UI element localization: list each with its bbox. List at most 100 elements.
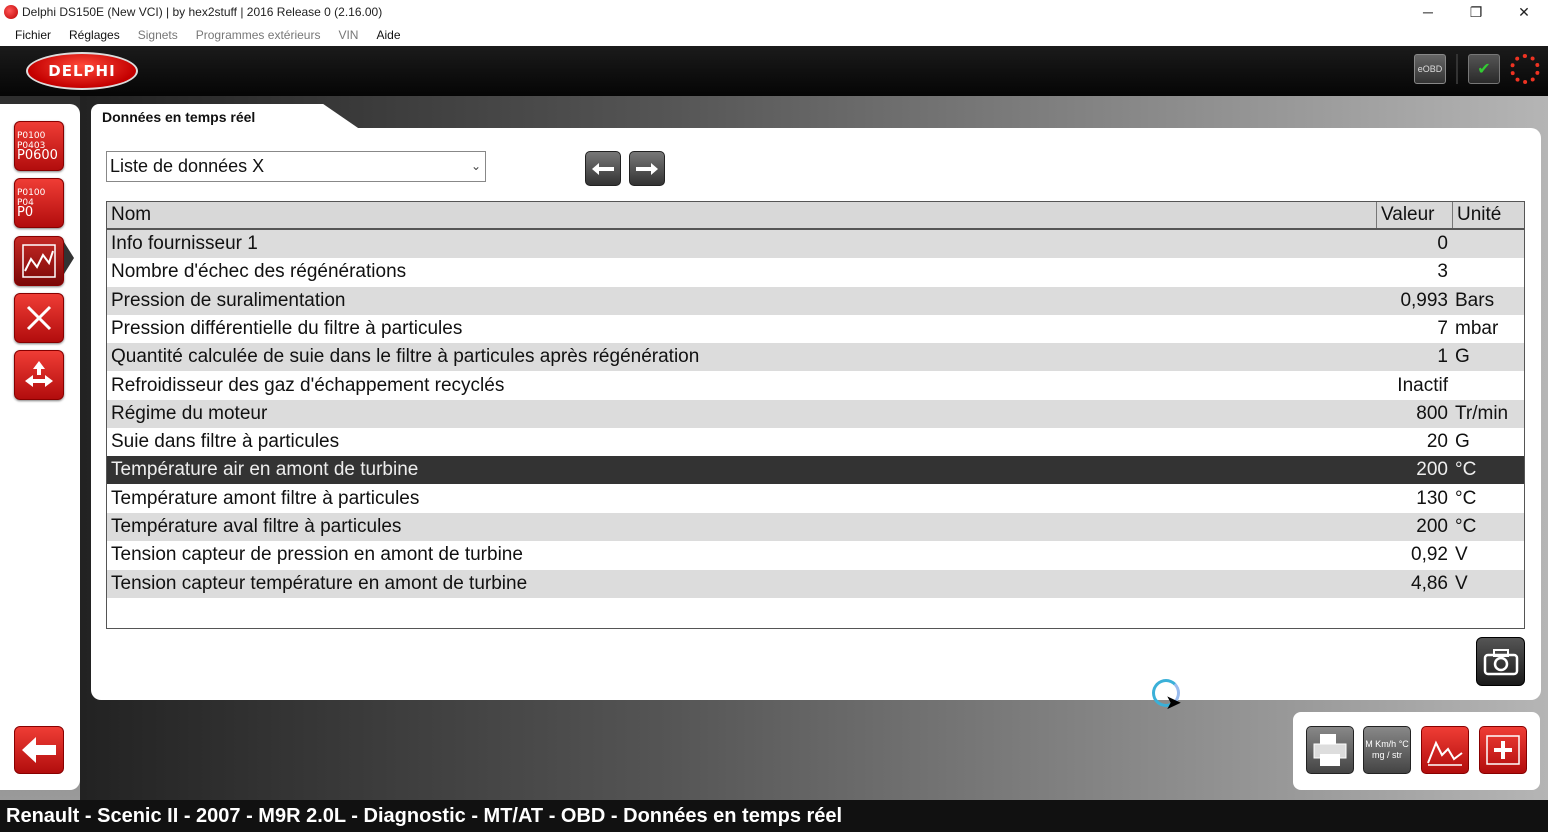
next-button[interactable]: [629, 151, 665, 186]
row-name: Température amont filtre à particules: [111, 487, 420, 509]
active-section-pointer: [64, 242, 74, 274]
window-title: Delphi DS150E (New VCI) | by hex2stuff |…: [22, 5, 383, 19]
table-header: Nom Valeur Unité: [107, 202, 1524, 230]
graph-view-button[interactable]: [1421, 726, 1469, 774]
table-row[interactable]: Refroidisseur des gaz d'échappement recy…: [107, 372, 1524, 400]
activation-tests-button[interactable]: [14, 350, 64, 400]
column-header-unit[interactable]: Unité: [1452, 202, 1524, 228]
back-button[interactable]: [14, 726, 64, 774]
row-name: Refroidisseur des gaz d'échappement recy…: [111, 374, 505, 396]
add-graph-icon: [1486, 735, 1520, 765]
row-value: 200: [1416, 459, 1448, 481]
tools-icon: [26, 305, 52, 331]
data-list-select[interactable]: Liste de données X ⌄: [106, 151, 486, 182]
table-row[interactable]: Info fournisseur 1 0: [107, 230, 1524, 258]
row-value: 800: [1416, 402, 1448, 424]
table-row[interactable]: Nombre d'échec des régénérations 3: [107, 258, 1524, 286]
table-row[interactable]: Régime du moteur 800 Tr/min: [107, 399, 1524, 428]
header-toolbar: eOBD ✔: [1414, 54, 1540, 84]
row-value: 7: [1437, 317, 1448, 339]
graph-units-button[interactable]: M Km/h °C mg / str: [1363, 726, 1411, 774]
row-value: 1: [1437, 346, 1448, 368]
dtc-line-1: P0100: [17, 130, 46, 141]
delphi-logo: DELPHI: [26, 52, 138, 90]
row-value: 4,86: [1411, 572, 1448, 594]
row-unit: Tr/min: [1455, 402, 1509, 424]
dtc-codes-icon: P0100 P0403 P0600: [17, 131, 61, 162]
table-row[interactable]: Suie dans filtre à particules 20 G: [107, 428, 1524, 456]
previous-button[interactable]: [585, 151, 621, 186]
mouse-cursor-icon: ➤: [1165, 692, 1182, 714]
window-controls: ─ ❐ ✕: [1404, 0, 1548, 24]
close-button[interactable]: ✕: [1500, 0, 1548, 24]
menu-aide[interactable]: Aide: [376, 28, 400, 42]
row-value: 0: [1437, 233, 1448, 254]
connection-status-icon[interactable]: ✔: [1468, 54, 1500, 84]
camera-icon: [1483, 648, 1518, 675]
row-value: Inactif: [1397, 374, 1448, 396]
back-arrow-icon: [22, 737, 56, 763]
screenshot-button[interactable]: [1476, 637, 1525, 686]
dtc-clear-line-1: P0100: [17, 187, 46, 198]
live-data-button[interactable]: [14, 236, 64, 286]
app-header: DELPHI eOBD ✔: [0, 46, 1548, 96]
row-value: 0,993: [1400, 289, 1448, 311]
table-row[interactable]: Température amont filtre à particules 130…: [107, 485, 1524, 513]
redo-arrow-icon: [636, 162, 658, 175]
row-unit: °C: [1455, 459, 1477, 481]
menu-reglages[interactable]: Réglages: [69, 28, 120, 42]
menu-vin[interactable]: VIN: [338, 28, 358, 42]
row-unit: V: [1455, 544, 1468, 566]
row-unit: Bars: [1455, 289, 1495, 311]
data-list-selected-value: Liste de données X: [110, 156, 265, 176]
column-header-name[interactable]: Nom: [107, 202, 1376, 228]
table-row[interactable]: Température aval filtre à particules 200 °…: [107, 513, 1524, 541]
row-unit: mbar: [1455, 317, 1499, 339]
graph-units-label: M Km/h °C mg / str: [1365, 739, 1409, 760]
print-button[interactable]: [1306, 726, 1354, 774]
read-fault-codes-button[interactable]: P0100 P0403 P0600: [14, 121, 64, 171]
dtc-line-3: P0600: [17, 147, 58, 163]
row-value: 3: [1437, 261, 1448, 283]
row-name: Tension capteur de pression en amont de …: [111, 544, 523, 566]
status-bar: Renault - Scenic II - 2007 - M9R 2.0L - …: [0, 800, 1548, 832]
table-row[interactable]: Pression de suralimentation 0,993 Bars: [107, 286, 1524, 315]
clear-fault-codes-button[interactable]: P0100 P04 P0: [14, 178, 64, 228]
menu-fichier[interactable]: Fichier: [15, 28, 51, 42]
menu-signets[interactable]: Signets: [138, 28, 178, 42]
title-bar: Delphi DS150E (New VCI) | by hex2stuff |…: [0, 0, 1548, 24]
row-name: Tension capteur température en amont de …: [111, 572, 528, 594]
maximize-button[interactable]: ❐: [1452, 0, 1500, 24]
row-name: Température air en amont de turbine: [111, 459, 419, 481]
table-row[interactable]: Quantité calculée de suie dans le filtre…: [107, 343, 1524, 372]
table-row[interactable]: Tension capteur de pression en amont de …: [107, 541, 1524, 569]
row-name: Pression de suralimentation: [111, 289, 346, 311]
activity-indicator-icon: [1510, 54, 1540, 84]
minimize-button[interactable]: ─: [1404, 0, 1452, 24]
header-divider: [1456, 54, 1458, 84]
tab-live-data[interactable]: Données en temps réel: [102, 109, 255, 125]
row-unit: G: [1455, 346, 1470, 368]
eobd-button[interactable]: eOBD: [1414, 54, 1446, 84]
row-unit: °C: [1455, 516, 1477, 537]
table-row[interactable]: Pression différentielle du filtre à part…: [107, 315, 1524, 343]
menu-bar: Fichier Réglages Signets Programmes exté…: [0, 24, 1548, 46]
table-row[interactable]: Température air en amont de turbine 200 °C: [107, 456, 1524, 485]
logo-text: DELPHI: [48, 62, 116, 80]
row-name: Nombre d'échec des régénérations: [111, 261, 407, 283]
app-icon: [4, 5, 18, 19]
undo-arrow-icon: [592, 162, 614, 175]
service-functions-button[interactable]: [14, 293, 64, 343]
add-parameter-button[interactable]: [1479, 726, 1527, 774]
live-data-table: Nom Valeur Unité Info fournisseur 1 0 Nomb…: [106, 201, 1525, 629]
chevron-down-icon: ⌄: [470, 159, 481, 173]
row-value: 200: [1416, 516, 1448, 537]
table-row[interactable]: Tension capteur température en amont de …: [107, 569, 1524, 598]
menu-programmes-exterieurs[interactable]: Programmes extérieurs: [196, 28, 321, 42]
row-name: Régime du moteur: [111, 402, 268, 424]
live-data-graph-icon: [22, 244, 56, 278]
row-value: 20: [1426, 431, 1448, 453]
row-unit: G: [1455, 431, 1470, 453]
row-value: 130: [1416, 487, 1448, 509]
column-header-value[interactable]: Valeur: [1376, 202, 1452, 228]
